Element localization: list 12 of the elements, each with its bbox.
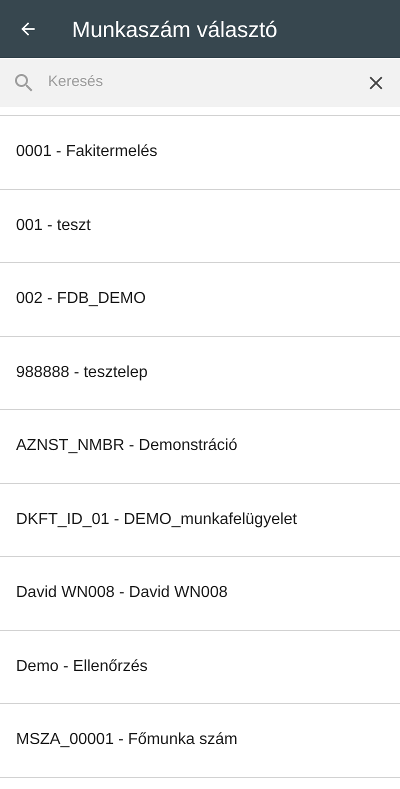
list-item[interactable]: 001 - teszt — [0, 190, 400, 263]
list-item[interactable]: DKFT_ID_01 - DEMO_munkafelügyelet — [0, 484, 400, 557]
list-item[interactable]: AZNST_NMBR - Demonstráció — [0, 410, 400, 484]
list-item[interactable]: 002 - FDB_DEMO — [0, 263, 400, 336]
list-item[interactable]: 988888 - tesztelep — [0, 336, 400, 410]
search-bar[interactable]: Keresés — [0, 58, 400, 107]
list-item[interactable]: MSZA_00001 - Főmunka szám — [0, 704, 400, 778]
screen-title: Munkaszám választó — [72, 16, 278, 44]
list-item[interactable]: 0001 - Fakitermelés — [0, 116, 400, 190]
list-item[interactable]: Demo - Ellenőrzés — [0, 630, 400, 704]
list-item[interactable]: David WN008 - David WN008 — [0, 557, 400, 630]
search-field[interactable]: Keresés — [48, 71, 364, 94]
